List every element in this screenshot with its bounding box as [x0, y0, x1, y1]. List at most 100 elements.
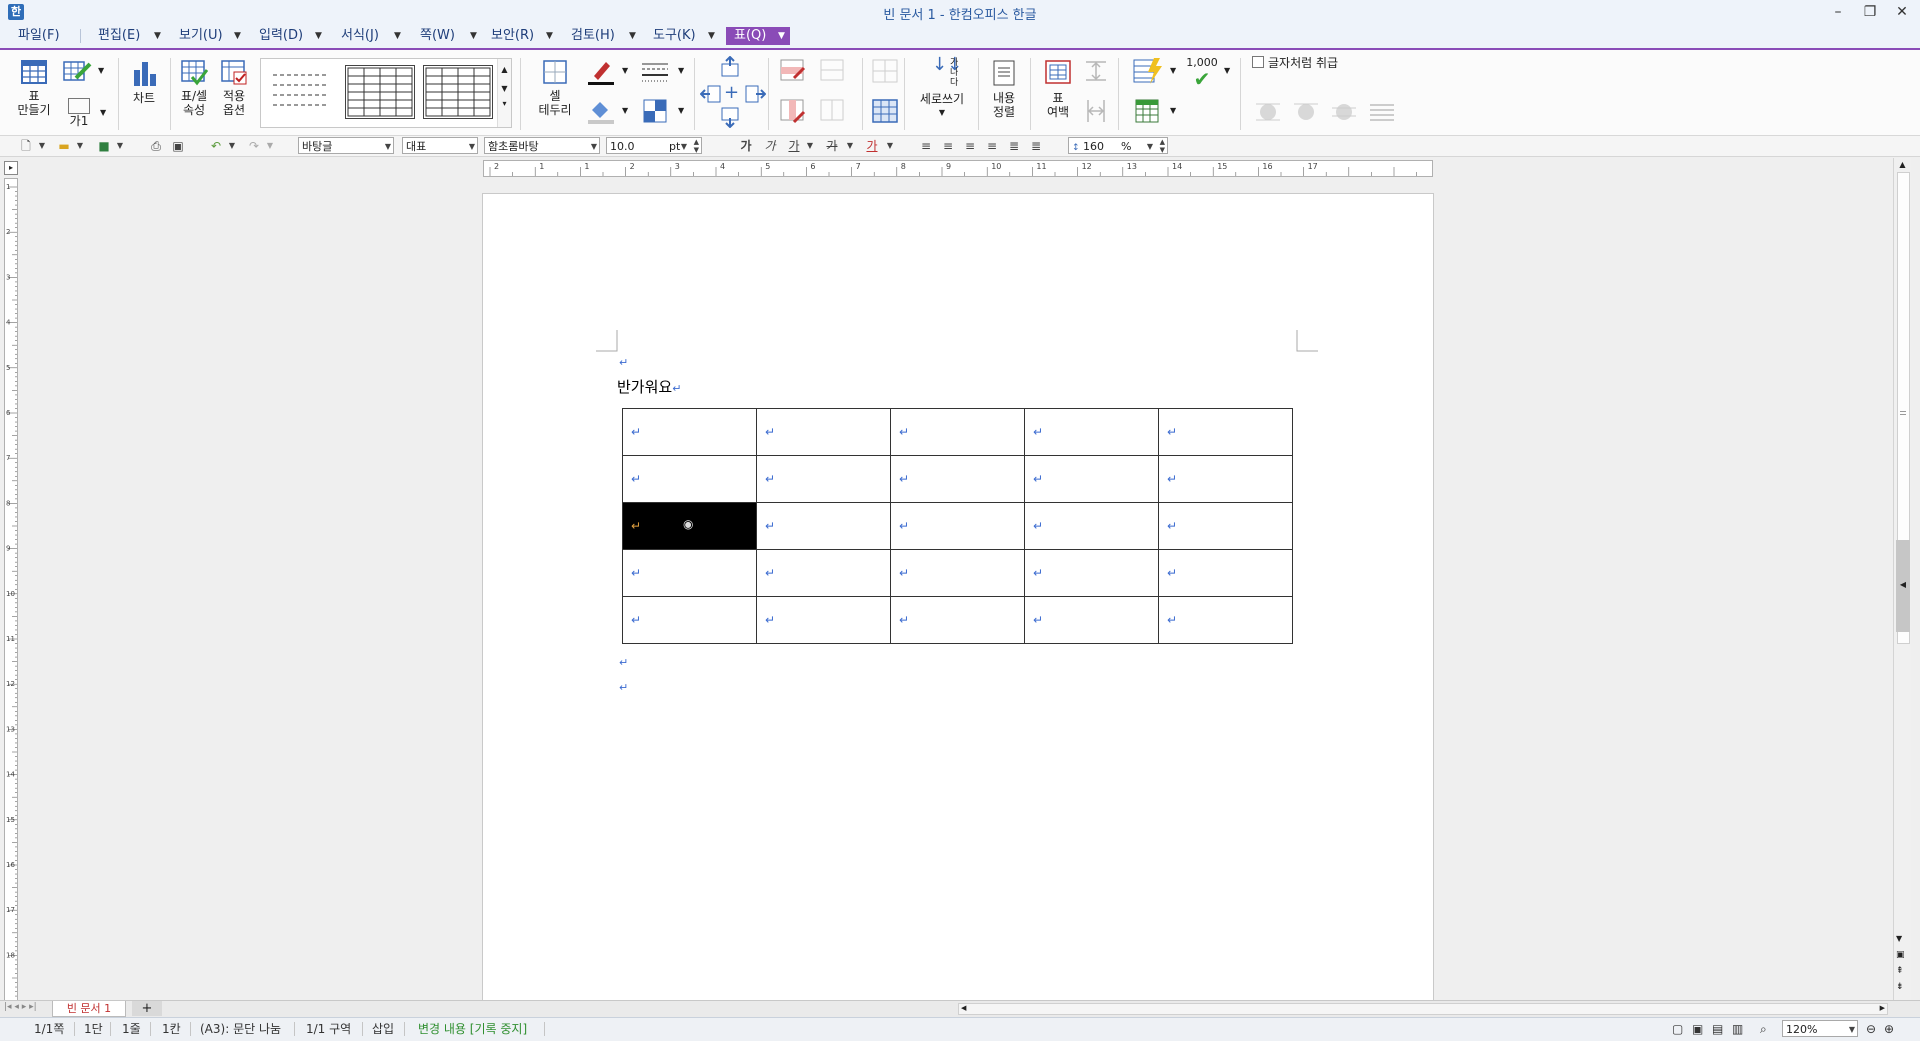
document-table[interactable]: ↵ ↵ ↵ ↵ ↵ ↵ ↵ ↵ ↵ ↵ ↵ ◉ ↵ ↵ ↵ ↵ ↵ ↵ ↵ ↵ ↵ ↵ ↵ ↵ ↵ ↵ — [622, 408, 1293, 644]
sidebar-handle[interactable]: ◀ — [1896, 540, 1910, 632]
chevron-down-icon[interactable]: ▼ — [1224, 66, 1230, 75]
wrap-square-icon[interactable] — [1254, 100, 1282, 124]
style-select[interactable]: 바탕글 ▼ — [298, 137, 394, 154]
table-style-dashed[interactable] — [267, 65, 335, 117]
bold-button[interactable]: 가 — [738, 138, 754, 154]
align-justify-icon[interactable]: ≡ — [918, 138, 934, 154]
table-cell[interactable]: ↵ — [1024, 502, 1159, 550]
chevron-down-icon[interactable]: ▼ — [622, 106, 628, 115]
chevron-down-icon[interactable]: ▼ — [112, 138, 128, 154]
tab-nav-icons[interactable]: |◂ ◂ ▸ ▸| — [4, 1002, 37, 1012]
chevron-down-icon[interactable]: ▼ — [72, 138, 88, 154]
italic-button[interactable]: 가 — [762, 138, 778, 154]
table-cell[interactable]: ↵ — [1158, 596, 1293, 644]
gallery-expand-icon[interactable]: ▾ — [498, 99, 511, 108]
menu-page[interactable]: 쪽(W) — [416, 27, 459, 45]
chevron-down-icon[interactable]: ▼ — [910, 106, 974, 120]
menu-table[interactable]: 표(Q) ▼ — [726, 27, 790, 45]
align-center-icon[interactable]: ≡ — [962, 138, 978, 154]
align-divide-icon[interactable]: ≣ — [1028, 138, 1044, 154]
table-cell[interactable]: ↵ — [622, 455, 757, 503]
table-cell[interactable]: ↵ — [1024, 549, 1159, 597]
menu-edit[interactable]: 편집(E) — [94, 27, 144, 45]
table-cell[interactable]: ↵ — [1158, 408, 1293, 456]
table-edit-pen-icon[interactable] — [62, 58, 94, 86]
chart-button[interactable]: 차트 — [124, 58, 164, 105]
cell-width-equal-icon[interactable] — [1082, 96, 1110, 126]
view-page-icon[interactable]: ▣ — [1692, 1021, 1703, 1037]
formula-table-icon[interactable] — [1132, 96, 1164, 126]
next-page-icon[interactable]: ⇟ — [1896, 982, 1904, 992]
scroll-up-icon[interactable]: ▲ — [1894, 160, 1911, 169]
line-style-icon[interactable] — [640, 58, 670, 86]
apply-options-button[interactable]: 적용 옵션 — [214, 58, 254, 117]
chevron-down-icon[interactable]: ▼ — [708, 27, 715, 45]
insert-row-above-icon[interactable] — [718, 55, 742, 78]
chevron-down-icon[interactable]: ▼ — [498, 84, 511, 93]
zoom-in-icon[interactable]: ⊕ — [1884, 1021, 1894, 1037]
table-cell[interactable]: ↵ — [1024, 408, 1159, 456]
add-tab-button[interactable]: + — [132, 1001, 162, 1016]
merge-cell-icon[interactable] — [818, 96, 848, 126]
underline-button[interactable]: 가 — [786, 138, 802, 154]
chevron-down-icon[interactable]: ▼ — [546, 27, 553, 45]
table-cell[interactable]: ↵ — [756, 596, 891, 644]
menu-security[interactable]: 보안(R) — [487, 27, 538, 45]
menu-insert[interactable]: 입력(D) — [255, 27, 307, 45]
insert-row-below-icon[interactable] — [718, 106, 742, 129]
chevron-down-icon[interactable]: ▼ — [394, 27, 401, 45]
vertical-ruler[interactable]: 1 2 3 4 5 6 7 8 9 10 11 12 13 14 15 16 17 18 — [4, 178, 18, 1002]
font-select[interactable]: 함초롬바탕 ▼ — [484, 137, 600, 154]
align-distribute-icon[interactable]: ≣ — [1006, 138, 1022, 154]
line-spacing-input[interactable]: ↕ 160 % ▼ ▲ ▼ — [1068, 137, 1168, 154]
align-left-icon[interactable]: ≡ — [940, 138, 956, 154]
cell-shade-icon[interactable] — [640, 96, 670, 126]
close-icon[interactable]: ✕ — [1888, 2, 1916, 22]
split-cell-icon[interactable] — [818, 56, 848, 86]
table-cell[interactable]: ↵ — [1158, 549, 1293, 597]
delete-col-icon[interactable] — [778, 96, 808, 126]
status-page[interactable]: 1/1쪽 — [34, 1021, 64, 1037]
view-web-icon[interactable]: ▥ — [1732, 1021, 1743, 1037]
menu-file[interactable]: 파일(F) — [14, 27, 64, 45]
view-normal-icon[interactable]: ▢ — [1672, 1021, 1683, 1037]
chevron-down-icon[interactable]: ▼ — [678, 106, 684, 115]
scroll-down-icon[interactable]: ▼ — [1896, 934, 1902, 943]
scroll-left-icon[interactable]: ◀ — [961, 1004, 966, 1012]
treat-as-char-checkbox[interactable] — [1252, 56, 1264, 68]
chevron-down-icon[interactable]: ▼ — [802, 138, 818, 154]
chevron-down-icon[interactable]: ▼ — [882, 138, 898, 154]
font-color-button[interactable]: 가 — [864, 138, 880, 154]
table-cell-properties-button[interactable]: 표/셀 속성 — [174, 58, 214, 117]
table-margin-button[interactable]: 표 여백 — [1036, 58, 1080, 119]
table-cell[interactable]: ↵ — [890, 408, 1025, 456]
table-cell[interactable]: ↵ — [890, 549, 1025, 597]
chevron-down-icon[interactable]: ▼ — [262, 138, 278, 154]
pen-color-icon[interactable] — [586, 58, 616, 86]
print-icon[interactable]: ⎙ — [148, 138, 164, 154]
minimize-icon[interactable]: – — [1824, 2, 1852, 22]
table-cell[interactable]: ↵ — [890, 596, 1025, 644]
menu-review[interactable]: 검토(H) — [567, 27, 619, 45]
undo-icon[interactable]: ↶ — [208, 138, 224, 154]
zoom-select[interactable]: 120% ▼ — [1782, 1020, 1858, 1037]
make-table-button[interactable]: 표 만들기 — [12, 58, 56, 117]
horizontal-scrollbar[interactable]: ◀ ▶ — [958, 1003, 1888, 1015]
cell-height-equal-icon[interactable] — [1082, 56, 1110, 86]
document-tab[interactable]: 빈 문서 1 — [52, 1001, 126, 1017]
font-size-input[interactable]: 10.0 pt ▼ ▲ ▼ — [606, 137, 702, 154]
table-cell[interactable]: ↵ — [622, 408, 757, 456]
chevron-down-icon[interactable]: ▼ — [629, 27, 636, 45]
new-document-icon[interactable]: 🗋 — [18, 138, 34, 154]
table-cell[interactable]: ↵ — [890, 502, 1025, 550]
wrap-behind-icon[interactable] — [1330, 100, 1358, 124]
restore-icon[interactable]: ❐ — [1856, 2, 1884, 22]
scroll-right-icon[interactable]: ▶ — [1880, 1004, 1885, 1012]
table-cell[interactable]: ↵ — [890, 455, 1025, 503]
table-cell[interactable]: ↵ — [756, 549, 891, 597]
gallery-scrollbar[interactable]: ▲ ▼ ▾ — [497, 59, 511, 127]
table-grid-icon[interactable] — [870, 96, 900, 126]
chevron-down-icon[interactable]: ▼ — [470, 27, 477, 45]
table-cell[interactable]: ↵ — [1024, 596, 1159, 644]
table-cell[interactable]: ↵ — [1158, 502, 1293, 550]
